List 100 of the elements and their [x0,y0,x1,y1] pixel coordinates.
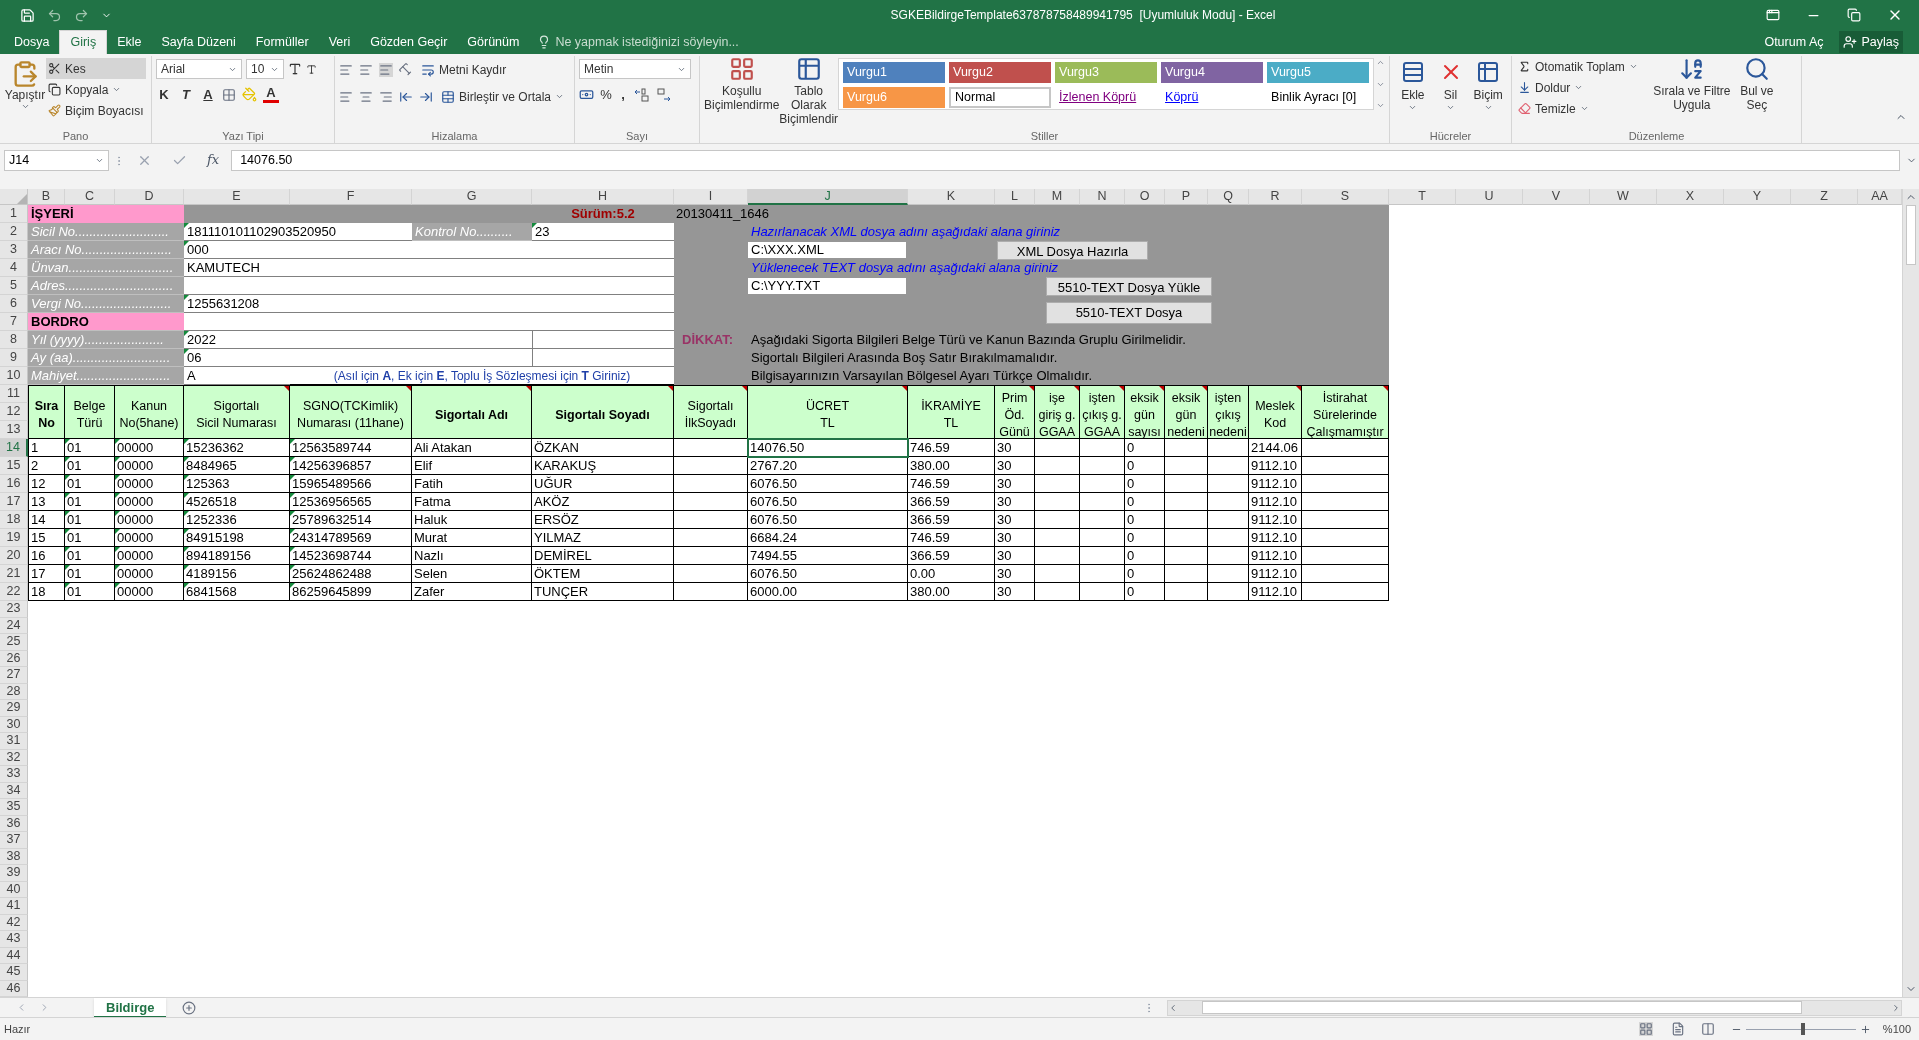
conditional-formatting-button[interactable]: Koşullu Biçimlendirme [704,56,780,129]
column-header[interactable]: U [1456,189,1523,205]
row-header[interactable]: 41 [0,898,28,915]
formula-field[interactable]: 14076.50 [231,150,1900,171]
cell-style[interactable]: İzlenen Köprü [1055,87,1158,108]
cell-style[interactable]: Vurgu2 [949,62,1052,83]
font-grow-icon[interactable] [288,62,302,76]
align-bottom-icon[interactable] [379,62,393,77]
field-value[interactable]: 000 [184,241,674,259]
row-header[interactable]: 35 [0,799,28,816]
format-painter-button[interactable]: Biçim Boyacısı [46,100,146,121]
font-color-button[interactable]: A [263,86,279,104]
row-header[interactable]: 15 [0,457,28,475]
sort-filter-button[interactable]: Sırala ve Filtre Uygula [1647,56,1736,129]
field-value[interactable]: 2022 [184,331,532,349]
underline-button[interactable]: A [200,85,216,105]
align-left-icon[interactable] [339,89,353,104]
column-header[interactable]: K [908,189,995,205]
row-header[interactable]: 3 [0,241,28,259]
row-header[interactable]: 1 [0,205,28,223]
cut-button[interactable]: Kes [46,58,146,79]
format-as-table-button[interactable]: Tablo Olarak Biçimlendir [779,56,839,129]
row-header[interactable]: 6 [0,295,28,313]
row-header[interactable]: 12 [0,403,28,421]
align-center-icon[interactable] [359,89,373,104]
row-header[interactable]: 13 [0,421,28,439]
row-header[interactable]: 18 [0,511,28,529]
column-header[interactable]: O [1125,189,1165,205]
clear-button[interactable]: Temizle [1516,98,1640,119]
scrollbar-thumb[interactable] [1202,1001,1802,1014]
column-header[interactable]: S [1302,189,1389,205]
find-select-button[interactable]: Bul ve Seç [1735,56,1778,129]
comma-style-button[interactable]: , [618,85,628,105]
row-header[interactable]: 37 [0,832,28,849]
ribbon-tab[interactable]: Ekle [107,30,152,54]
scroll-right-icon[interactable] [1891,1002,1901,1013]
row-header[interactable]: 22 [0,583,28,601]
scrollbar-thumb[interactable] [1906,205,1916,265]
column-header[interactable]: M [1035,189,1080,205]
paste-button[interactable]: Yapıştır [4,56,46,129]
normal-view-icon[interactable] [1638,1022,1653,1036]
add-sheet-icon[interactable] [182,1000,197,1015]
field-value[interactable]: 06 [184,349,532,367]
horizontal-scrollbar[interactable] [1167,999,1902,1016]
ribbon-tab[interactable]: Veri [318,30,361,54]
path-field[interactable]: C:\XXX.XML [748,242,906,258]
field-value[interactable]: 181110101102903520950 [184,223,412,241]
ribbon-tab[interactable]: Formüller [245,30,319,54]
column-header[interactable]: Q [1208,189,1249,205]
insert-function-button[interactable]: fx [207,149,220,169]
fill-color-icon[interactable] [242,87,257,103]
italic-button[interactable]: T [178,85,194,105]
row-header[interactable]: 17 [0,493,28,511]
ribbon-tab[interactable]: Dosya [4,30,60,54]
row-header[interactable]: 29 [0,700,28,717]
page-break-icon[interactable] [1700,1022,1715,1036]
row-header[interactable]: 4 [0,259,28,277]
borders-icon[interactable] [222,87,236,102]
row-header[interactable]: 5 [0,277,28,295]
column-header[interactable]: AA [1858,189,1902,205]
row-header[interactable]: 7 [0,313,28,331]
row-header[interactable]: 31 [0,733,28,750]
column-header[interactable]: G [412,189,532,205]
row-header[interactable]: 21 [0,565,28,583]
insert-button[interactable]: Ekle [1394,56,1432,129]
column-header[interactable]: Y [1724,189,1791,205]
page-layout-icon[interactable] [1670,1022,1685,1036]
restore-icon[interactable] [1847,8,1861,22]
wrap-text-button[interactable]: Metni Kaydır [419,59,509,80]
font-family-select[interactable]: Arial [156,59,242,79]
column-header[interactable]: R [1249,189,1302,205]
sheet-tab[interactable]: Bildirge [94,997,167,1018]
cell-style[interactable]: Binlik Ayracı [0] [1267,87,1370,108]
text-file-button[interactable]: 5510-TEXT Dosya [1046,302,1212,324]
number-format-select[interactable]: Metin [579,59,691,79]
ribbon-tab[interactable]: Sayfa Düzeni [151,30,246,54]
cell-style[interactable]: Köprü [1161,87,1264,108]
merge-center-button[interactable]: Birleştir ve Ortala [439,86,567,107]
column-header[interactable]: V [1523,189,1590,205]
row-header[interactable]: 10 [0,367,28,385]
row-header[interactable]: 27 [0,667,28,684]
zoom-slider[interactable] [1745,1023,1856,1035]
scroll-up-icon[interactable] [1376,58,1386,67]
font-shrink-icon[interactable] [306,63,317,75]
zoom-thumb[interactable] [1800,1023,1805,1035]
row-header[interactable]: 14 [0,439,28,457]
row-header[interactable]: 45 [0,964,28,981]
decrease-decimal-icon[interactable] [656,87,672,102]
row-header[interactable]: 43 [0,931,28,948]
ribbon-tab[interactable]: Giriş [59,30,108,54]
autosum-button[interactable]: Otomatik Toplam [1516,56,1640,77]
row-header[interactable]: 11 [0,385,28,403]
column-header[interactable]: W [1590,189,1657,205]
align-right-icon[interactable] [379,89,393,104]
cell-style[interactable]: Normal [949,87,1052,108]
column-header[interactable]: P [1165,189,1208,205]
column-header[interactable]: Z [1791,189,1858,205]
column-header[interactable]: X [1657,189,1724,205]
row-header[interactable]: 23 [0,601,28,618]
column-header[interactable]: N [1080,189,1125,205]
